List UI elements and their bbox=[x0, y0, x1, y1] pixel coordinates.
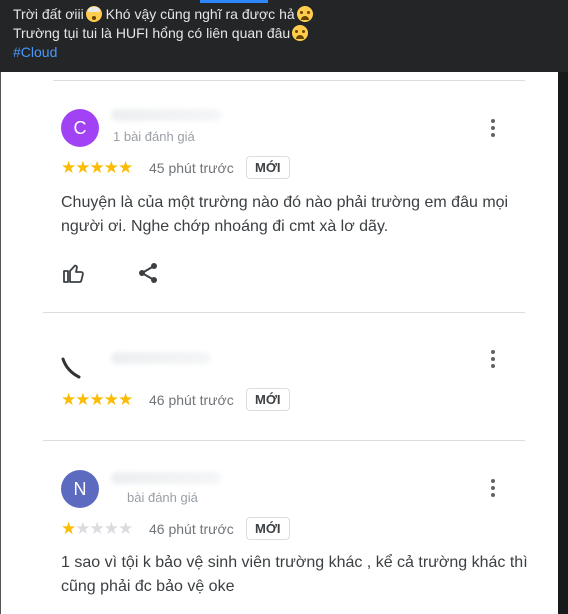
avatar-letter: N bbox=[73, 479, 87, 499]
review-time: 46 phút trước bbox=[149, 392, 234, 408]
star-filled-icon: ★ bbox=[103, 390, 119, 409]
new-badge: MỚI bbox=[246, 156, 290, 179]
avatar[interactable] bbox=[61, 355, 85, 379]
reviewer-name-blurred bbox=[111, 109, 221, 121]
review-list: C 1 bài đánh giá ★★★★★ 45 phút trước MỚI… bbox=[0, 72, 559, 614]
star-filled-icon: ★ bbox=[61, 158, 76, 177]
review-count: bài đánh giá bbox=[127, 490, 198, 505]
reviewer-name-blurred bbox=[111, 472, 221, 484]
star-filled-icon: ★ bbox=[61, 390, 76, 409]
page-edge bbox=[558, 72, 568, 614]
review-time: 46 phút trước bbox=[149, 521, 234, 537]
star-rating: ★★★★★ bbox=[61, 390, 133, 410]
star-filled-icon: ★ bbox=[61, 519, 76, 538]
shocked-face-icon bbox=[85, 6, 102, 22]
star-filled-icon: ★ bbox=[118, 158, 133, 177]
review-text: Chuyện là của một trường nào đó nào phải… bbox=[61, 194, 509, 235]
hashtag-link[interactable]: #Cloud bbox=[13, 43, 313, 62]
post-line-1: Trời đất ơiii Khó vậy cũng nghĩ ra được … bbox=[13, 5, 313, 24]
divider bbox=[53, 80, 525, 81]
star-rating: ★★★★★ bbox=[61, 519, 133, 539]
star-filled-icon: ★ bbox=[89, 158, 105, 177]
reviewer-name-blurred bbox=[111, 352, 211, 364]
star-empty-icon: ★ bbox=[118, 519, 133, 538]
new-badge: MỚI bbox=[246, 388, 290, 411]
post-line-2: Trường tụi tui là HUFI hổng có liên quan… bbox=[13, 24, 313, 43]
divider bbox=[43, 440, 525, 441]
post-header: Trời đất ơiii Khó vậy cũng nghĩ ra được … bbox=[0, 0, 568, 72]
avatar[interactable]: N bbox=[61, 470, 99, 508]
star-filled-icon: ★ bbox=[75, 390, 90, 409]
new-badge: MỚI bbox=[246, 517, 290, 540]
review-time: 45 phút trước bbox=[149, 160, 234, 176]
thumbs-up-icon[interactable] bbox=[62, 261, 86, 285]
post-line-1-text-a: Trời đất ơiii bbox=[13, 6, 84, 22]
star-filled-icon: ★ bbox=[103, 158, 119, 177]
more-vert-icon[interactable] bbox=[483, 347, 503, 371]
avatar-letter: C bbox=[73, 118, 87, 138]
post-line-1-text-b: Khó vậy cũng nghĩ ra được hả bbox=[101, 6, 295, 22]
star-empty-icon: ★ bbox=[89, 519, 105, 538]
star-filled-icon: ★ bbox=[75, 158, 90, 177]
crying-face-icon bbox=[296, 6, 313, 22]
tab-indicator bbox=[200, 0, 268, 3]
star-filled-icon: ★ bbox=[89, 390, 105, 409]
share-icon[interactable] bbox=[136, 261, 160, 285]
star-empty-icon: ★ bbox=[75, 519, 90, 538]
post-line-2-text: Trường tụi tui là HUFI hổng có liên quan… bbox=[13, 25, 291, 41]
star-rating: ★★★★★ bbox=[61, 158, 133, 178]
more-vert-icon[interactable] bbox=[483, 476, 503, 500]
star-empty-icon: ★ bbox=[103, 519, 119, 538]
divider bbox=[43, 312, 525, 313]
review-count: 1 bài đánh giá bbox=[113, 129, 195, 144]
review-text: 1 sao vì tội k bảo vệ sinh viên trường k… bbox=[61, 554, 528, 595]
more-vert-icon[interactable] bbox=[483, 116, 503, 140]
star-filled-icon: ★ bbox=[118, 390, 133, 409]
crying-face-icon bbox=[292, 25, 309, 41]
avatar[interactable]: C bbox=[61, 109, 99, 147]
